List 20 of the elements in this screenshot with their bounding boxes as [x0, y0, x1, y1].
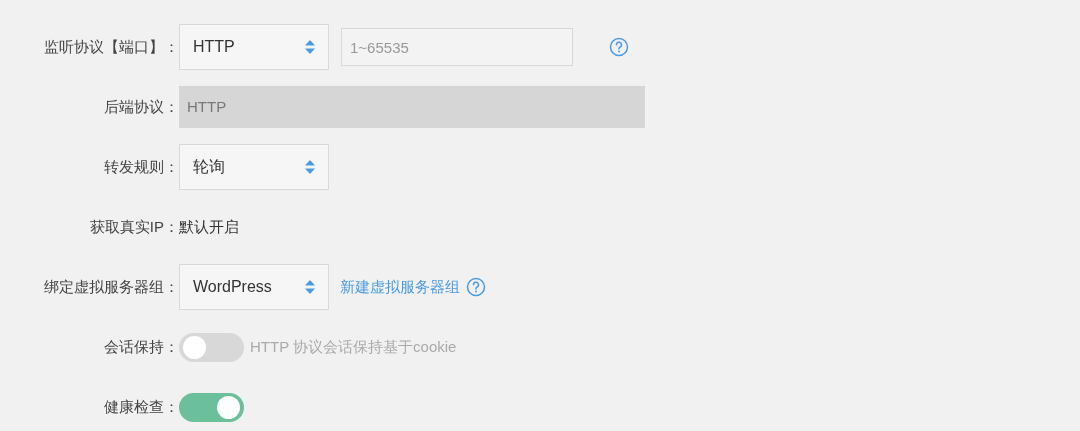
toggle-switch[interactable] [179, 332, 244, 362]
select-dropdown[interactable]: HTTP [179, 24, 329, 70]
help-icon[interactable] [466, 277, 486, 297]
select-dropdown[interactable]: 轮询 [179, 144, 329, 190]
toggle-switch[interactable] [179, 392, 244, 422]
sort-arrows-icon [305, 40, 315, 54]
field-label: 会话保持： [104, 336, 179, 357]
sort-arrows-icon [305, 160, 315, 174]
help-icon[interactable] [609, 37, 629, 57]
sort-arrows-icon [305, 280, 315, 294]
field-label: 转发规则： [104, 156, 179, 177]
field-label: 后端协议： [104, 96, 179, 117]
toggle-hint: HTTP 协议会话保持基于cookie [250, 336, 457, 357]
field-label: 绑定虚拟服务器组： [44, 276, 179, 297]
field-label: 健康检查： [104, 396, 179, 417]
field-label: 获取真实IP： [89, 216, 179, 237]
field-label: 监听协议【端口】： [44, 36, 179, 57]
select-dropdown[interactable]: WordPress [179, 264, 329, 310]
backend-protocol-field: HTTP [179, 86, 645, 128]
field-value: 默认开启 [179, 216, 239, 237]
